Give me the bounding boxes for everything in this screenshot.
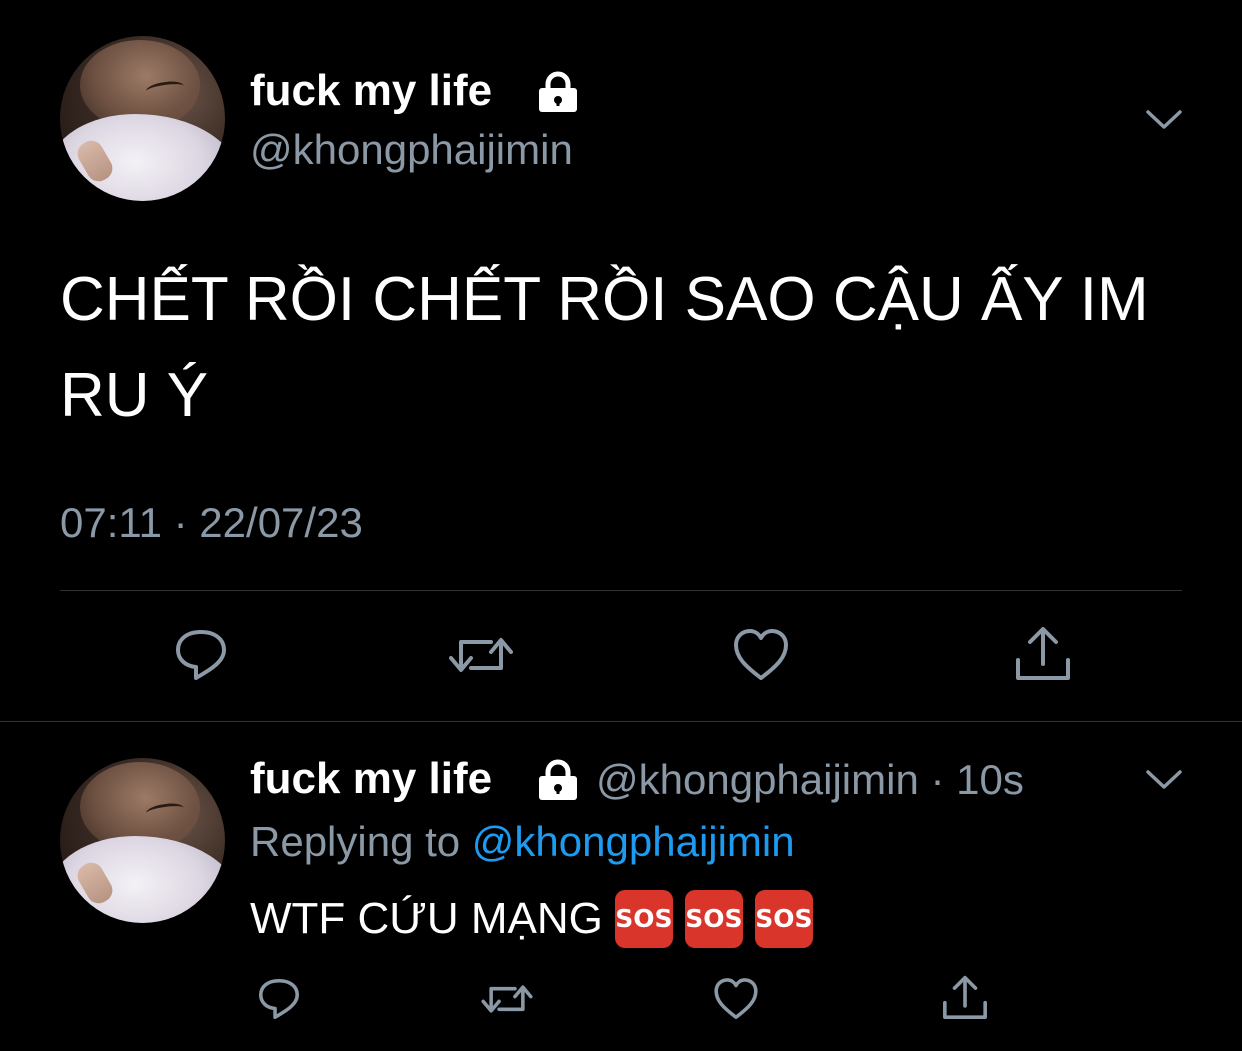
lock-icon (539, 759, 577, 800)
reply-icon (176, 630, 226, 680)
sos-emoji: SOS (754, 890, 813, 948)
share-icon (1016, 627, 1070, 680)
reply-tweet-retweet-button[interactable] (478, 974, 536, 1024)
heart-icon (734, 629, 788, 680)
reply-tweet-meta[interactable]: @khongphaijimin · 10s (596, 756, 1024, 804)
like-button[interactable] (728, 624, 794, 686)
reply-tweet-handle[interactable]: @khongphaijimin (596, 756, 919, 803)
main-tweet-text: CHẾT RỒI CHẾT RỒI SAO CẬU ẤY IM RU Ý (60, 265, 1149, 430)
share-button[interactable] (1010, 620, 1076, 686)
replying-to-line: Replying to @khongphaijimin (250, 818, 795, 866)
retweet-icon (449, 638, 513, 672)
replying-to-label: Replying to (250, 818, 461, 865)
main-tweet-handle[interactable]: @khongphaijimin (250, 126, 573, 174)
heart-icon (714, 978, 758, 1020)
main-tweet-avatar[interactable] (60, 36, 225, 201)
reply-button[interactable] (168, 624, 234, 686)
main-tweet-divider (60, 590, 1182, 591)
chevron-down-icon[interactable] (1144, 106, 1184, 132)
retweet-icon (481, 985, 533, 1013)
sos-emoji: SOS (614, 890, 673, 948)
reply-tweet-separator: · (930, 756, 945, 803)
reply-tweet-like-button[interactable] (710, 974, 762, 1024)
sos-emoji: SOS (684, 890, 743, 948)
lock-icon (539, 71, 577, 112)
reply-tweet-time[interactable]: 10s (956, 756, 1024, 803)
main-tweet-display-name[interactable]: fuck my life (250, 66, 492, 116)
reply-tweet-body: WTF CỨU MẠNG (250, 894, 603, 943)
reply-tweet-share-button[interactable] (938, 970, 992, 1024)
thread-divider (0, 721, 1242, 722)
chevron-down-icon[interactable] (1144, 766, 1184, 792)
retweet-button[interactable] (446, 624, 516, 686)
reply-tweet-text: WTF CỨU MẠNG SOS SOS SOS (250, 890, 813, 948)
main-tweet-timestamp[interactable]: 07:11 · 22/07/23 (60, 499, 363, 547)
reply-tweet-avatar[interactable] (60, 758, 225, 923)
reply-tweet-display-name[interactable]: fuck my life (250, 754, 492, 804)
replying-to-mention[interactable]: @khongphaijimin (472, 818, 795, 865)
reply-icon (258, 978, 300, 1020)
reply-tweet-reply-button[interactable] (254, 974, 304, 1024)
share-icon (943, 975, 987, 1019)
